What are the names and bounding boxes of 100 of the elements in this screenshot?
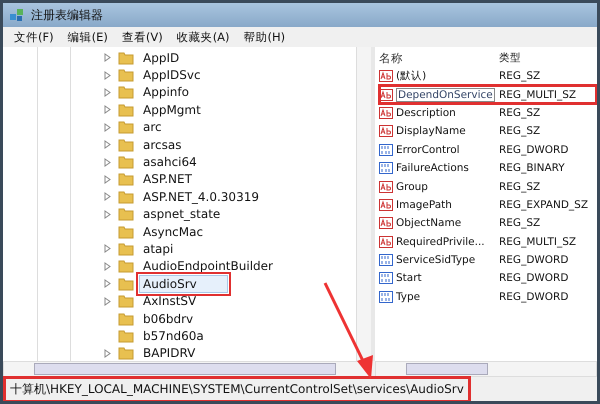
- binary-value-icon: [379, 162, 393, 174]
- tree-item[interactable]: AudioEndpointBuilder: [139, 257, 277, 276]
- value-type: REG_MULTI_SZ: [498, 88, 576, 101]
- folder-icon: [118, 172, 134, 186]
- value-type: REG_DWORD: [498, 144, 568, 156]
- value-type: REG_MULTI_SZ: [498, 236, 576, 248]
- value-type: REG_BINARY: [498, 162, 565, 174]
- value-type: REG_SZ: [498, 106, 540, 119]
- value-type: REG_DWORD: [498, 272, 568, 284]
- ab-string-icon: [379, 180, 393, 193]
- binary-value-icon: [379, 254, 393, 266]
- value-name: Description: [396, 106, 456, 119]
- folder-icon: [118, 312, 134, 326]
- value-name: ImagePath: [396, 198, 452, 211]
- expand-arrow-icon[interactable]: [104, 174, 112, 184]
- folder-icon: [118, 138, 134, 152]
- folder-icon: [118, 68, 134, 82]
- tree-item[interactable]: AppIDSvc: [139, 66, 205, 84]
- value-name: (默认): [396, 69, 426, 84]
- value-name: ErrorControl: [396, 144, 460, 156]
- column-header[interactable]: 类型: [495, 51, 521, 65]
- ab-string-icon: [379, 88, 393, 101]
- menu-item[interactable]: 文件(F): [9, 30, 59, 44]
- tree-item[interactable]: Appinfo: [139, 83, 193, 102]
- value-name: ServiceSidType: [396, 254, 476, 266]
- tree-item[interactable]: b57nd60a: [139, 326, 208, 345]
- value-type: REG_DWORD: [498, 254, 568, 266]
- tree-item[interactable]: AxInstSV: [139, 292, 200, 310]
- tree-item[interactable]: AudioSrv: [139, 274, 228, 293]
- tree-item[interactable]: asahci64: [139, 153, 201, 172]
- folder-icon: [118, 102, 134, 117]
- folder-icon: [118, 120, 134, 134]
- value-type: REG_EXPAND_SZ: [498, 198, 588, 211]
- value-name: DisplayName: [396, 125, 466, 138]
- binary-value-icon: [379, 290, 393, 303]
- tree-item[interactable]: arc: [139, 118, 166, 136]
- status-bar-path: 十算机\HKEY_LOCAL_MACHINE\SYSTEM\CurrentControlSet\services\AudioSrv: [3, 376, 471, 401]
- expand-arrow-icon[interactable]: [104, 244, 112, 254]
- value-type: REG_SZ: [498, 180, 540, 193]
- tree-item[interactable]: ASP.NET: [139, 170, 196, 188]
- tree-item[interactable]: AsyncMac: [139, 222, 208, 241]
- value-name: Group: [396, 180, 428, 193]
- folder-icon: [118, 259, 134, 274]
- binary-value-icon: [379, 272, 393, 284]
- folder-icon: [118, 85, 134, 100]
- tree-item[interactable]: atapi: [139, 240, 178, 258]
- tree-item[interactable]: ASP.NET_4.0.30319: [139, 188, 263, 206]
- expand-arrow-icon[interactable]: [104, 105, 112, 114]
- expand-arrow-icon[interactable]: [104, 296, 112, 306]
- value-name: ObjectName: [396, 217, 462, 230]
- registry-cubes-icon: [9, 7, 25, 23]
- folder-icon: [118, 276, 134, 291]
- ab-string-icon: [379, 125, 393, 138]
- folder-icon: [118, 207, 134, 222]
- folder-icon: [118, 155, 134, 170]
- tree-item[interactable]: b06bdrv: [139, 310, 198, 328]
- ab-string-icon: [379, 217, 393, 230]
- expand-arrow-icon[interactable]: [104, 122, 112, 132]
- value-type: REG_DWORD: [498, 290, 568, 303]
- tree-item[interactable]: BAPIDRV: [139, 344, 200, 362]
- tree-item[interactable]: AppMgmt: [139, 100, 205, 119]
- expand-arrow-icon[interactable]: [104, 192, 112, 202]
- expand-arrow-icon[interactable]: [104, 262, 112, 271]
- folder-icon: [118, 294, 134, 308]
- tree-item[interactable]: arcsas: [139, 136, 186, 154]
- menu-item[interactable]: 收藏夹(A): [172, 30, 235, 44]
- expand-arrow-icon[interactable]: [104, 53, 112, 62]
- folder-icon: [118, 224, 134, 239]
- horizontal-scrollbar[interactable]: [3, 361, 371, 377]
- folder-icon: [118, 50, 134, 65]
- binary-value-icon: [379, 144, 393, 156]
- horizontal-scrollbar[interactable]: [375, 361, 597, 377]
- value-name: FailureActions: [396, 162, 469, 174]
- value-type: REG_SZ: [498, 70, 540, 82]
- folder-icon: [118, 242, 134, 256]
- expand-arrow-icon[interactable]: [104, 279, 112, 288]
- value-type: REG_SZ: [498, 125, 540, 138]
- value-name: Type: [396, 290, 420, 303]
- expand-arrow-icon[interactable]: [104, 70, 112, 80]
- expand-arrow-icon[interactable]: [104, 158, 112, 167]
- expand-arrow-icon[interactable]: [104, 88, 112, 97]
- ab-string-icon: [379, 106, 393, 119]
- expand-arrow-icon[interactable]: [104, 210, 112, 219]
- ab-string-icon: [379, 70, 393, 82]
- ab-string-icon: [379, 236, 393, 248]
- folder-icon: [118, 190, 134, 204]
- menu-item[interactable]: 帮助(H): [238, 30, 290, 44]
- value-name: Start: [396, 272, 422, 284]
- expand-arrow-icon[interactable]: [104, 348, 112, 358]
- vertical-scrollbar[interactable]: [356, 47, 371, 361]
- tree-item[interactable]: aspnet_state: [139, 205, 224, 224]
- window-title: 注册表编辑器: [31, 6, 103, 24]
- menu-item[interactable]: 编辑(E): [62, 30, 113, 44]
- tree-item[interactable]: AppID: [139, 48, 184, 67]
- value-type: REG_SZ: [498, 217, 540, 230]
- column-header[interactable]: 名称: [379, 50, 495, 66]
- folder-icon: [118, 328, 134, 343]
- expand-arrow-icon[interactable]: [104, 140, 112, 150]
- rename-field[interactable]: DependOnService: [396, 88, 495, 102]
- menu-item[interactable]: 查看(V): [116, 30, 168, 44]
